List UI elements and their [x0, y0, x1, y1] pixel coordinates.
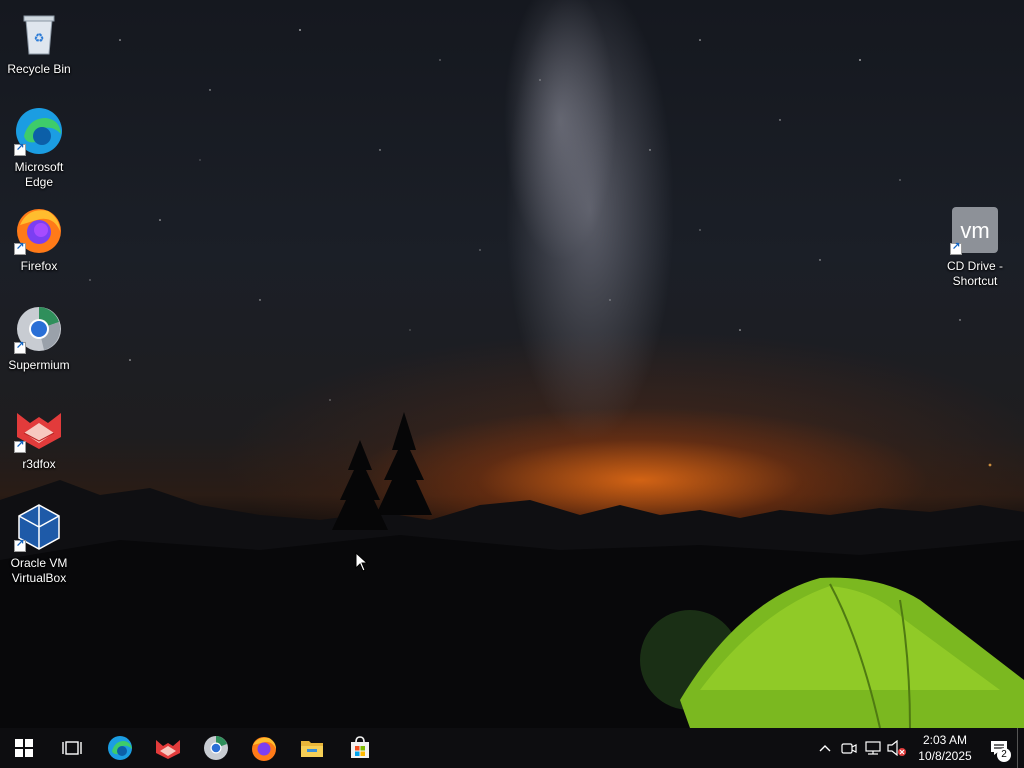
shortcut-arrow-icon [14, 538, 26, 552]
shortcut-arrow-icon [14, 142, 26, 156]
desktop-icon-firefox[interactable]: Firefox [0, 205, 78, 274]
show-hidden-icons-button[interactable] [813, 728, 837, 768]
vmware-cd-icon: vm [950, 205, 1000, 255]
shortcut-arrow-icon [950, 241, 962, 255]
start-icon [15, 739, 33, 757]
r3dfox-icon [14, 403, 64, 453]
task-view-icon [62, 741, 82, 755]
desktop-icon-microsoft-edge[interactable]: Microsoft Edge [0, 106, 78, 190]
taskbar-r3dfox-button[interactable] [144, 728, 192, 768]
taskbar-firefox-button[interactable] [240, 728, 288, 768]
taskbar-store-button[interactable] [336, 728, 384, 768]
meet-now-icon [841, 743, 857, 754]
firefox-icon [14, 205, 64, 255]
landscape [0, 412, 1024, 728]
desktop-icon-cd-drive-shortcut[interactable]: vm CD Drive - Shortcut [936, 205, 1014, 289]
taskbar: 2:03 AM 10/8/2025 2 [0, 728, 1024, 768]
action-center-button[interactable]: 2 [981, 728, 1017, 768]
shortcut-arrow-icon [14, 340, 26, 354]
clock-date: 10/8/2025 [918, 749, 972, 763]
mouse-cursor-icon [355, 552, 369, 572]
desktop-icon-label: Firefox [20, 259, 58, 273]
desktop-icon-supermium[interactable]: Supermium [0, 304, 78, 373]
clock[interactable]: 2:03 AM 10/8/2025 [909, 732, 981, 764]
chevron-up-icon [819, 745, 831, 752]
desktop-icon-label: Supermium [8, 358, 70, 372]
system-tray: 2:03 AM 10/8/2025 2 [813, 728, 1024, 768]
task-view-button[interactable] [48, 728, 96, 768]
network-icon [865, 741, 881, 755]
show-desktop-button[interactable] [1017, 728, 1024, 768]
supermium-icon [204, 736, 228, 760]
desktop-icon-label: r3dfox [22, 457, 56, 471]
desktop-icon-r3dfox[interactable]: r3dfox [0, 403, 78, 472]
r3dfox-icon [156, 740, 180, 759]
notification-count-badge: 2 [997, 748, 1011, 762]
svg-text:♻: ♻ [34, 31, 45, 45]
desktop-wallpaper [0, 0, 1024, 728]
shortcut-arrow-icon [14, 241, 26, 255]
store-icon [351, 736, 369, 758]
desktop-icon-virtualbox[interactable]: Oracle VM VirtualBox [0, 502, 78, 586]
svg-text:vm: vm [960, 218, 989, 243]
desktop-icon-label: Recycle Bin [7, 62, 71, 76]
recycle-bin-icon: ♻ [14, 8, 64, 58]
network-button[interactable] [861, 728, 885, 768]
virtualbox-icon [14, 502, 64, 552]
desktop-icon-label: Oracle VM VirtualBox [10, 556, 68, 585]
firefox-icon [252, 737, 276, 761]
supermium-icon [14, 304, 64, 354]
taskbar-file-explorer-button[interactable] [288, 728, 336, 768]
volume-muted-icon [887, 740, 906, 756]
taskbar-supermium-button[interactable] [192, 728, 240, 768]
edge-icon [14, 106, 64, 156]
shortcut-arrow-icon [14, 439, 26, 453]
desktop-icon-recycle-bin[interactable]: ♻ Recycle Bin [0, 8, 78, 77]
meet-now-button[interactable] [837, 728, 861, 768]
desktop-icon-label: Microsoft Edge [14, 160, 64, 189]
clock-time: 2:03 AM [922, 733, 968, 747]
desktop-icon-label: CD Drive - Shortcut [947, 259, 1003, 288]
file-explorer-icon [301, 741, 323, 757]
taskbar-edge-button[interactable] [96, 728, 144, 768]
volume-button[interactable] [885, 728, 909, 768]
edge-icon [108, 736, 132, 760]
start-button[interactable] [0, 728, 48, 768]
